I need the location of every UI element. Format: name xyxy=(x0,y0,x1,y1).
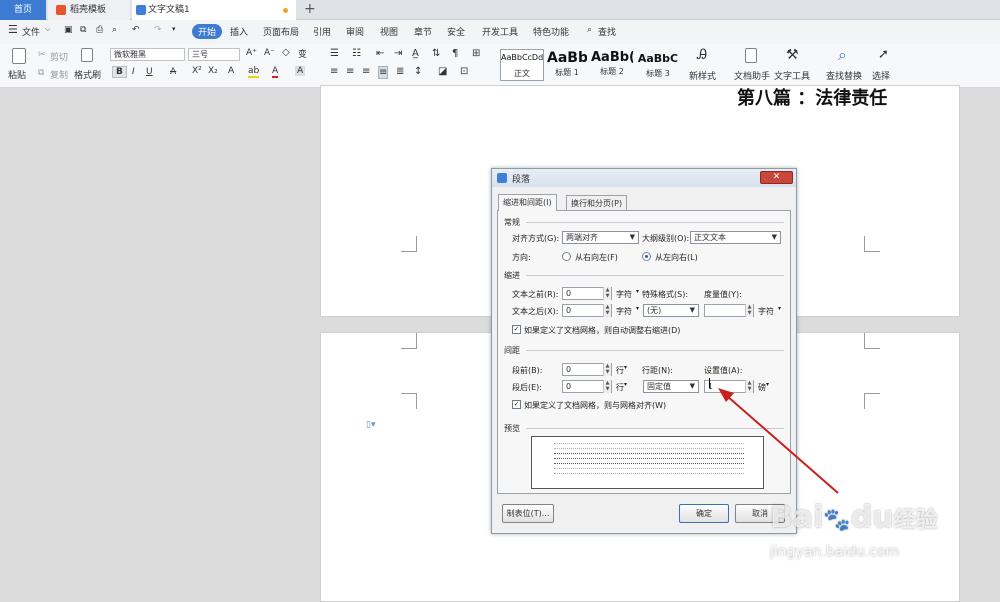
watermark-brand-cn: 经验 xyxy=(893,508,938,533)
watermark-url: jingyan.baidu.com xyxy=(770,544,900,560)
watermark-brand2: du xyxy=(850,500,894,535)
paw-icon: 🐾 xyxy=(823,508,851,533)
tab-indent-spacing[interactable]: 缩进和间距(I) xyxy=(498,194,557,211)
baidu-watermark: Bai🐾du经验 xyxy=(770,500,938,535)
arrow-shaft xyxy=(726,395,839,494)
watermark-brand: Bai xyxy=(770,500,824,535)
